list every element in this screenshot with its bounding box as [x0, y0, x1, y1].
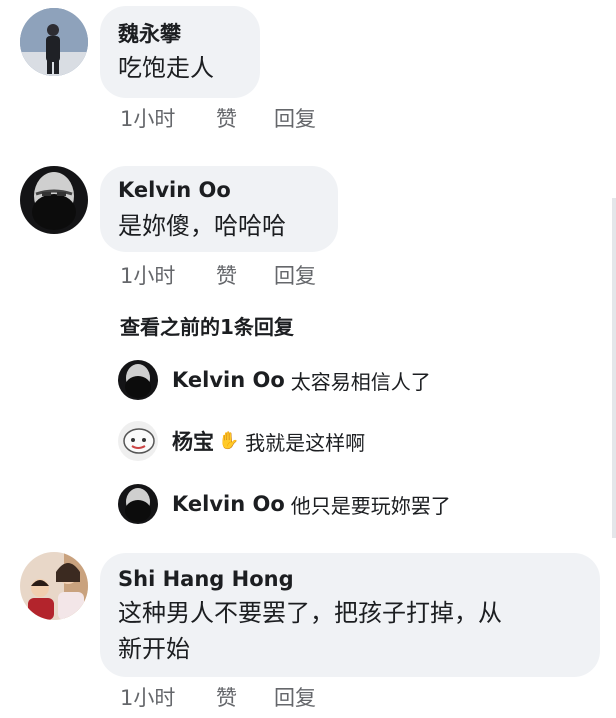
avatar[interactable] [20, 166, 88, 234]
reply-text: 我就是这样啊 [245, 430, 366, 455]
avatar[interactable] [118, 484, 158, 524]
like-button[interactable]: 赞 [216, 682, 237, 712]
reply-button[interactable]: 回复 [274, 682, 316, 712]
reply-author[interactable]: Kelvin Oo [172, 368, 285, 392]
like-button[interactable]: 赞 [216, 260, 237, 290]
comment-bubble: 魏永攀 吃饱走人 [100, 6, 260, 98]
avatar[interactable] [20, 8, 88, 76]
comment-text-line-2: 新开始 [118, 635, 190, 663]
avatar[interactable] [118, 360, 158, 400]
reply-item: Kelvin Oo 太容易相信人了 [118, 360, 431, 400]
reply-item: 杨宝 ✋ 我就是这样啊 [118, 421, 365, 461]
reply-author[interactable]: 杨宝 [172, 426, 214, 456]
comment-author[interactable]: Shi Hang Hong [118, 567, 294, 591]
comment-time: 1小时 [120, 107, 176, 131]
comment-text: 是妳傻，哈哈哈 [118, 212, 286, 240]
avatar-photo-icon [20, 8, 88, 76]
like-button[interactable]: 赞 [216, 103, 237, 133]
comment-text: 吃饱走人 [118, 54, 214, 82]
comment-time: 1小时 [120, 686, 176, 710]
avatar-photo-icon [20, 552, 88, 620]
comment-author[interactable]: Kelvin Oo [118, 178, 231, 202]
avatar-masked-face-icon [20, 166, 88, 234]
avatar[interactable] [20, 552, 88, 620]
comment-text-line-1: 这种男人不要罢了，把孩子打掉，从 [118, 599, 502, 627]
avatar-sticker-icon [118, 421, 158, 461]
reply-button[interactable]: 回复 [274, 103, 316, 133]
reply-text: 他只是要玩妳罢了 [290, 493, 451, 518]
right-edge-divider [612, 198, 616, 538]
avatar-masked-face-icon [118, 360, 158, 400]
avatar-masked-face-icon [118, 484, 158, 524]
reply-text: 太容易相信人了 [290, 369, 431, 394]
waving-hand-icon: ✋ [218, 431, 240, 451]
avatar[interactable] [118, 421, 158, 461]
comment-author[interactable]: 魏永攀 [118, 18, 181, 48]
reply-author[interactable]: Kelvin Oo [172, 492, 285, 516]
comment-time: 1小时 [120, 264, 176, 288]
reply-button[interactable]: 回复 [274, 260, 316, 290]
view-previous-replies-link[interactable]: 查看之前的1条回复 [120, 311, 294, 340]
comment-bubble: Shi Hang Hong 这种男人不要罢了，把孩子打掉，从 新开始 [100, 553, 600, 677]
comment-bubble: Kelvin Oo 是妳傻，哈哈哈 [100, 166, 338, 252]
reply-item: Kelvin Oo 他只是要玩妳罢了 [118, 484, 451, 524]
